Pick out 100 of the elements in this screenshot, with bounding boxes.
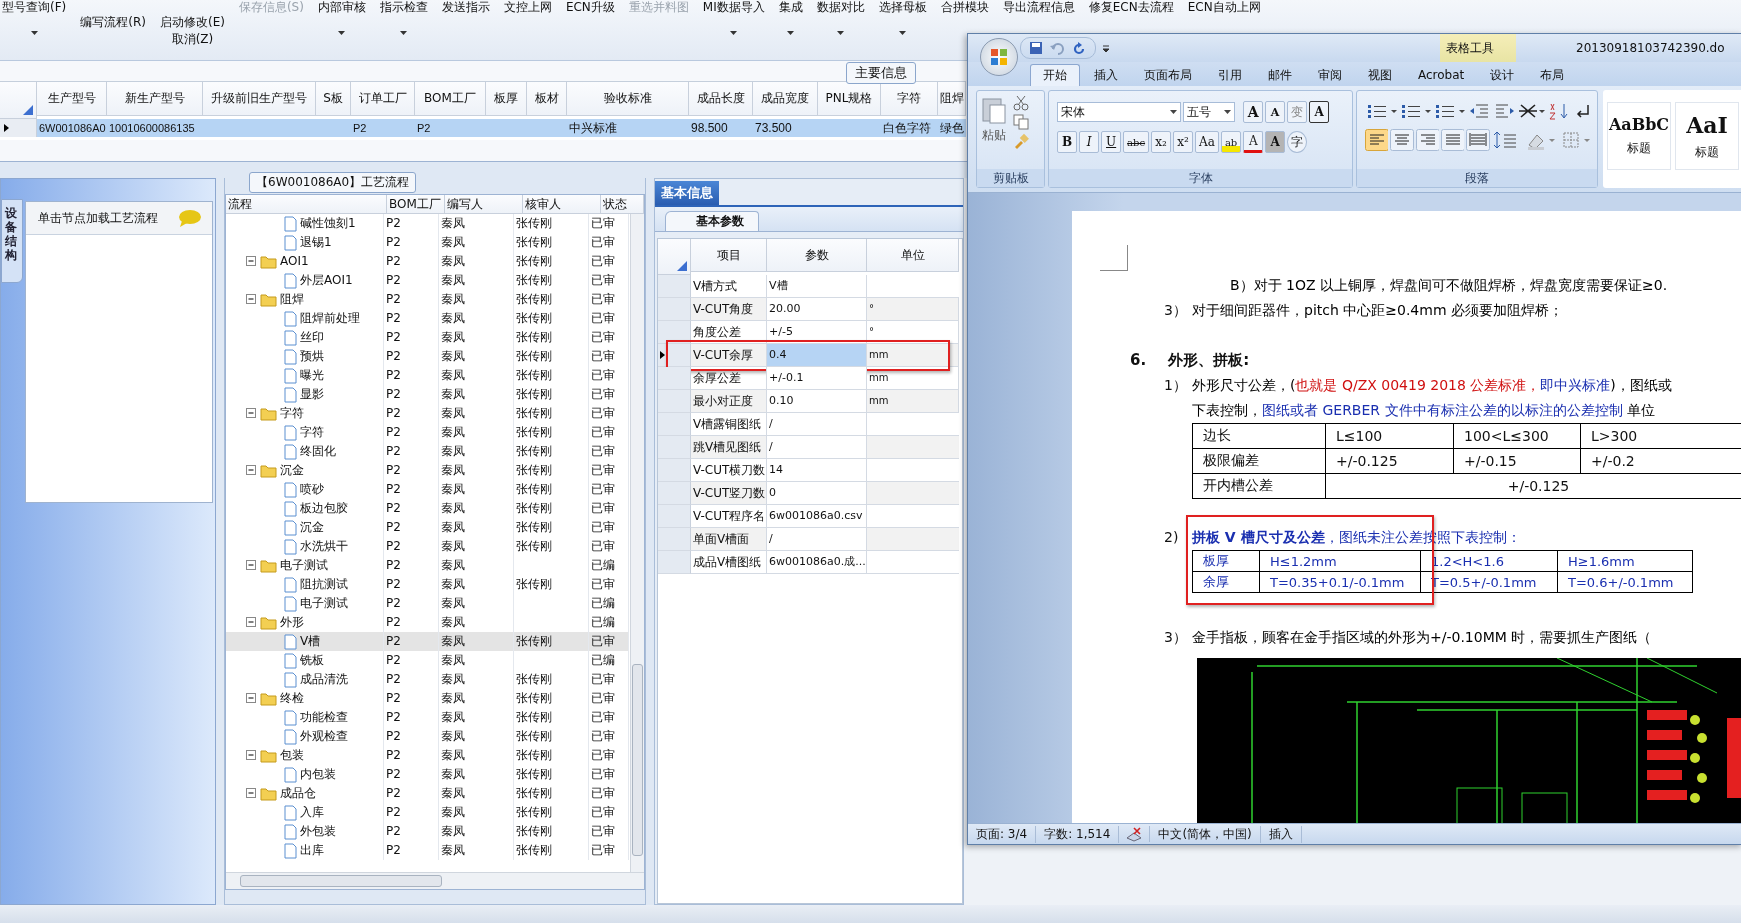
tree-node[interactable]: 沉金 (226, 518, 384, 537)
toolbar-button[interactable]: 选择母板 (878, 0, 927, 14)
tree-node[interactable]: 电子测试 (226, 594, 384, 613)
column-header[interactable]: BOM工厂 (415, 82, 486, 116)
column-header[interactable]: 板厚 (486, 82, 527, 116)
ribbon-tab[interactable]: 插入 (1082, 64, 1130, 86)
scrollbar[interactable] (630, 214, 644, 872)
save-icon[interactable] (1029, 41, 1043, 55)
ribbon-tab[interactable]: Acrobat (1406, 64, 1477, 86)
ribbon-tab[interactable]: 开始 (1030, 64, 1080, 86)
paste-button[interactable]: 粘贴 (981, 95, 1007, 165)
tree-node[interactable]: 板边包胶 (226, 499, 384, 518)
table-cell[interactable]: 20.00 (767, 298, 867, 321)
caret-icon[interactable] (787, 31, 795, 35)
table-row[interactable]: 跳V槽见图纸 / (658, 436, 959, 459)
tree-node[interactable]: 丝印 (226, 328, 384, 347)
table-row[interactable]: 最小对正度 0.10 mm (658, 390, 959, 413)
style-button[interactable]: AaBbC 标题 (1607, 102, 1671, 170)
toolbar-button[interactable]: MI数据导入 (702, 0, 765, 14)
tree-node[interactable]: 功能检查 (226, 708, 384, 727)
format-button[interactable]: A (1265, 101, 1286, 123)
collapse-icon[interactable] (246, 465, 257, 476)
status-item[interactable]: 字数: 1,514 (1036, 825, 1120, 843)
table-row[interactable]: 单面V槽面 / (658, 528, 959, 551)
collapse-icon[interactable] (246, 294, 257, 305)
toolbar-button[interactable]: 数据对比 (816, 0, 865, 14)
font-size-field[interactable]: 五号 (1183, 102, 1236, 122)
table-row[interactable]: 余厚公差 +/-0.1 mm (658, 367, 959, 390)
table-row[interactable]: 角度公差 +/-5 ° (658, 321, 959, 344)
scissors-icon[interactable] (1013, 95, 1029, 111)
status-item[interactable]: 页面: 3/4 (968, 825, 1037, 843)
ribbon-tab[interactable]: 设计 (1478, 64, 1527, 86)
tree-node[interactable]: 入库 (226, 803, 384, 822)
row-header[interactable] (658, 344, 691, 367)
tree-node[interactable]: V槽 (226, 632, 384, 651)
tree-node[interactable]: 碱性蚀刻1 (226, 214, 384, 233)
table-row[interactable]: V-CUT程序名 6w001086a0.csv (658, 505, 959, 528)
column-header[interactable]: 阻焊 (938, 82, 966, 116)
scrollbar[interactable] (226, 872, 644, 889)
format-button[interactable]: B (1057, 131, 1078, 153)
ribbon-tab[interactable]: 视图 (1356, 64, 1404, 86)
vertical-tab[interactable]: 设备结构 (1, 199, 23, 283)
column-header[interactable]: 板材 (527, 82, 567, 116)
toolbar-button[interactable]: 导出流程信息 (1002, 0, 1075, 14)
tree-node[interactable]: 成品清洗 (226, 670, 384, 689)
format-button[interactable]: x² (1173, 131, 1194, 153)
tree-node[interactable]: AOI1 (226, 252, 384, 271)
font-name-field[interactable]: 宋体 (1057, 102, 1182, 122)
tree-node[interactable]: 出库 (226, 841, 384, 860)
toolbar-button[interactable]: 文控上网 (503, 0, 552, 14)
undo-icon[interactable] (1049, 41, 1067, 55)
tree-node[interactable]: 内包装 (226, 765, 384, 784)
tree-node[interactable]: 包装 (226, 746, 384, 765)
tree-node[interactable]: 水洗烘干 (226, 537, 384, 556)
table-row[interactable]: V-CUT竖刀数 0 (658, 482, 959, 505)
column-header[interactable]: 升级前旧生产型号 (203, 82, 316, 116)
column-header[interactable]: 项目 (691, 239, 767, 272)
toolbar-button[interactable]: 取消(Z) (171, 32, 214, 46)
table-cell[interactable]: 0.4 (767, 344, 867, 367)
column-header[interactable]: 编写人 (445, 195, 523, 213)
align-button[interactable] (1441, 129, 1465, 151)
format-button[interactable]: 字 (1287, 131, 1308, 153)
toolbar-button[interactable]: ECN升级 (565, 0, 615, 14)
table-cell[interactable]: 0 (767, 482, 867, 505)
tree-node[interactable]: 外观检查 (226, 727, 384, 746)
tree-node[interactable]: 退锡1 (226, 233, 384, 252)
toolbar-button[interactable]: ECN自动上网 (1187, 0, 1261, 14)
toolbar-button[interactable]: 集成 (778, 0, 803, 14)
caret-icon[interactable] (837, 31, 845, 35)
collapse-icon[interactable] (246, 408, 257, 419)
text-direction-icon[interactable] (1517, 101, 1546, 121)
format-button[interactable]: A (1243, 131, 1264, 153)
table-cell[interactable]: 6w001086a0.csv (767, 505, 867, 528)
tree-node[interactable]: 铣板 (226, 651, 384, 670)
ribbon-tab[interactable]: 布局 (1528, 64, 1577, 86)
ribbon-tab[interactable]: 引用 (1206, 64, 1254, 86)
table-cell[interactable]: / (767, 413, 867, 436)
tree-node[interactable]: 终固化 (226, 442, 384, 461)
office-button[interactable] (980, 38, 1018, 76)
column-header[interactable]: PNL规格 (818, 82, 881, 116)
row-header[interactable] (0, 119, 37, 137)
toolbar-button[interactable]: 编写流程(R) (80, 15, 146, 29)
align-button[interactable] (1415, 129, 1440, 151)
table-row[interactable]: V-CUT角度 20.00 ° (658, 298, 959, 321)
table-cell[interactable]: / (767, 528, 867, 551)
tree-node[interactable]: 阻焊 (226, 290, 384, 309)
table-row[interactable]: V槽露铜图纸 / (658, 413, 959, 436)
column-header[interactable]: 成品长度 (689, 82, 753, 116)
table-row[interactable]: V-CUT横刀数 14 (658, 459, 959, 482)
column-header[interactable]: 新生产型号 (107, 82, 203, 116)
tree-node[interactable]: 喷砂 (226, 480, 384, 499)
table-cell[interactable]: 0.10 (767, 390, 867, 413)
collapse-icon[interactable] (246, 750, 257, 761)
table-row[interactable]: 成品V槽图纸 6w001086a0.成... (658, 551, 959, 574)
table-row[interactable]: 6W001086A0 10010600086135 P2 P2 中兴标准 98.500 73.500 白色字符 绿色 (0, 119, 966, 137)
copy-icon[interactable] (1013, 114, 1029, 130)
tree-node[interactable]: 字符 (226, 423, 384, 442)
column-header[interactable]: BOM工厂 (387, 195, 445, 213)
format-button[interactable]: x₂ (1151, 131, 1172, 153)
status-item[interactable]: 插入 (1260, 825, 1302, 843)
